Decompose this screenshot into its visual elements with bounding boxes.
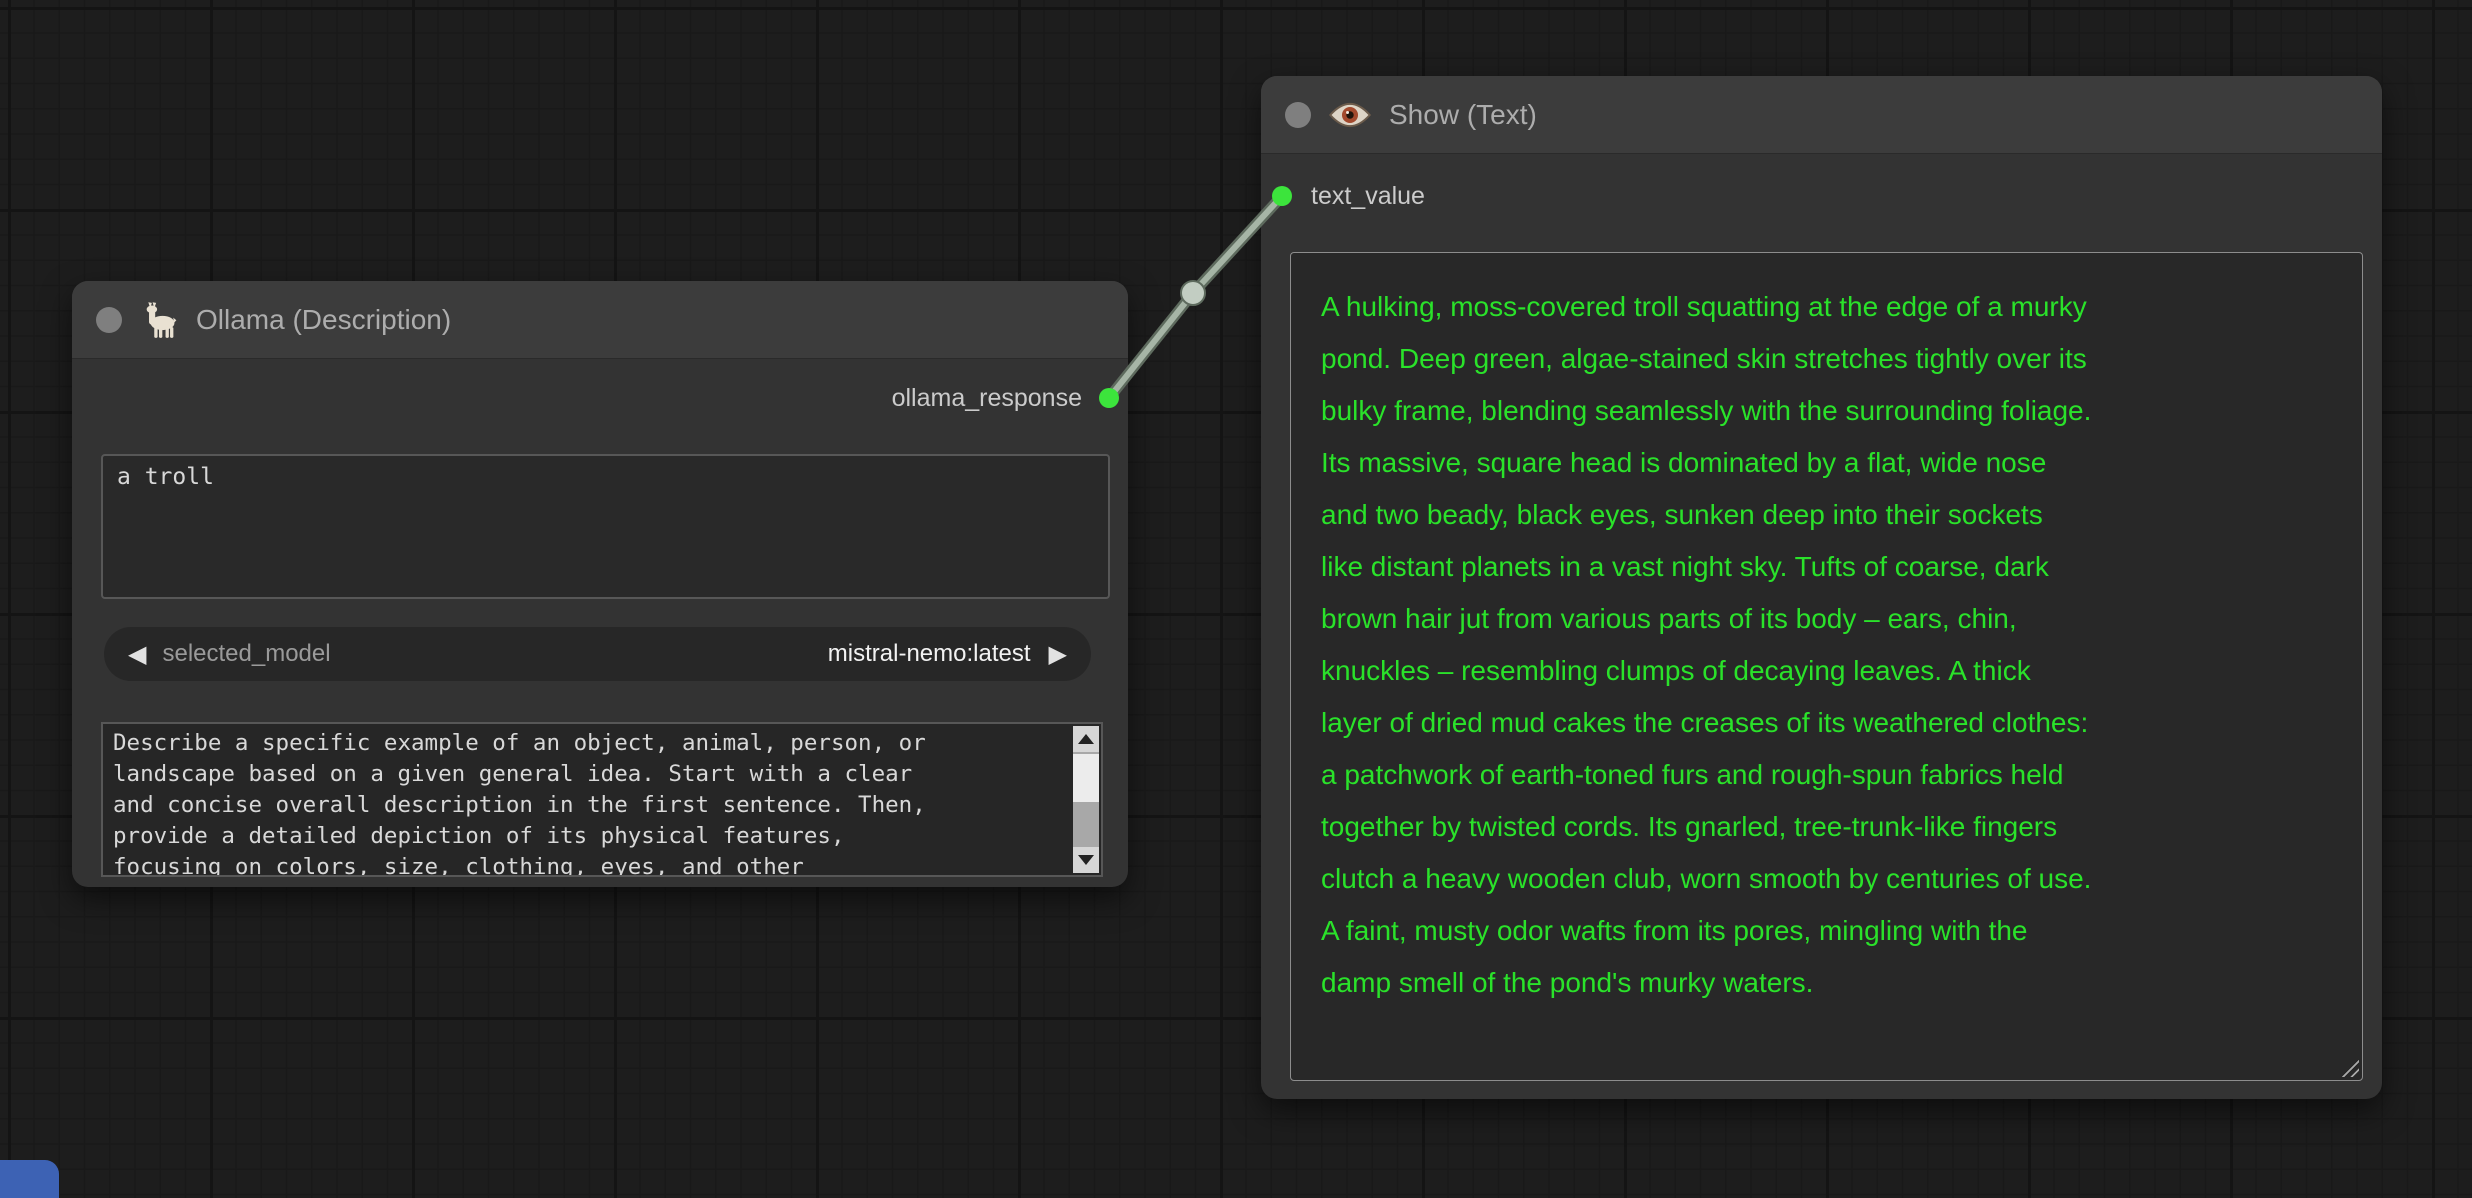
ollama-response-output-slot[interactable]	[1099, 388, 1119, 408]
output-slot-label: ollama_response	[891, 384, 1082, 412]
resize-handle-icon[interactable]	[2339, 1057, 2359, 1077]
selected-model-combo[interactable]: ◀ selected_model mistral-nemo:latest ▶	[104, 627, 1091, 681]
show-text-display[interactable]: A hulking, moss-covered troll squatting …	[1290, 252, 2363, 1081]
text-value-input-slot[interactable]	[1272, 186, 1292, 206]
combo-next-arrow-icon[interactable]: ▶	[1049, 642, 1067, 666]
node-graph-canvas[interactable]: Ollama (Description) ollama_response a t…	[0, 0, 2472, 1198]
scroll-down-icon	[1078, 855, 1094, 865]
scroll-up-button[interactable]	[1073, 726, 1099, 752]
show-text-node[interactable]: Show (Text) text_value A hulking, moss-c…	[1261, 76, 2382, 1099]
prompt-input[interactable]: a troll	[101, 454, 1110, 599]
eye-icon	[1329, 101, 1371, 129]
combo-value: mistral-nemo:latest	[827, 640, 1031, 667]
scrollbar[interactable]	[1073, 726, 1099, 873]
llama-icon	[140, 301, 178, 339]
combo-prev-arrow-icon[interactable]: ◀	[128, 642, 146, 666]
link-midpoint-dot	[1180, 280, 1206, 306]
system-prompt-textarea[interactable]: Describe a specific example of an object…	[101, 722, 1103, 877]
collapse-dot[interactable]	[1285, 101, 1311, 128]
input-slot-label: text_value	[1311, 182, 1425, 210]
scroll-thumb[interactable]	[1073, 754, 1099, 802]
scroll-down-button[interactable]	[1073, 847, 1099, 873]
ollama-node-header[interactable]: Ollama (Description)	[72, 281, 1128, 359]
combo-label: selected_model	[162, 640, 331, 667]
partial-blue-node[interactable]	[0, 1160, 59, 1198]
system-prompt-text: Describe a specific example of an object…	[113, 730, 926, 877]
ollama-description-node[interactable]: Ollama (Description) ollama_response a t…	[72, 281, 1128, 887]
node-title: Ollama (Description)	[196, 303, 452, 335]
show-node-header[interactable]: Show (Text)	[1261, 76, 2382, 154]
scroll-up-icon	[1078, 734, 1094, 744]
collapse-dot[interactable]	[96, 306, 122, 333]
show-text-content: A hulking, moss-covered troll squatting …	[1321, 291, 2092, 998]
node-title: Show (Text)	[1389, 98, 1537, 130]
